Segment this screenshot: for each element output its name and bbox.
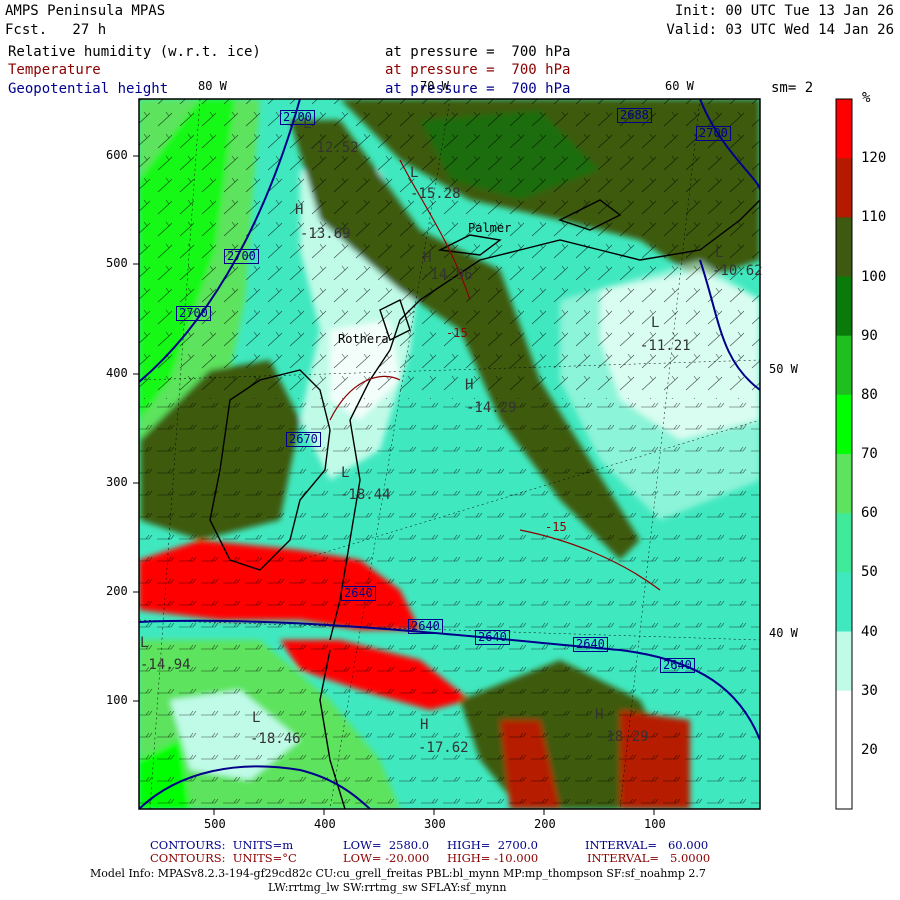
extremum-mark: L [252, 710, 261, 726]
x-tick-label: 100 [644, 817, 666, 831]
grid-label-50w: 50 W [769, 362, 798, 376]
grid-label-60w: 60 W [665, 79, 694, 93]
y-tick-label: 100 [106, 693, 128, 707]
height-label: 2640 [660, 658, 695, 673]
y-tick-label: 300 [106, 475, 128, 489]
footer-temp-contours: CONTOURS: UNITS=°C [150, 851, 297, 865]
extremum-mark: L [651, 315, 660, 331]
colorbar [836, 99, 852, 810]
extremum-mark: L [410, 165, 419, 181]
colorbar-band [836, 749, 852, 810]
colorbar-tick-label: 40 [861, 623, 878, 640]
x-tick-label: 300 [424, 817, 446, 831]
colorbar-tick-label: 70 [861, 446, 878, 462]
y-tick-label: 400 [106, 366, 128, 380]
footer-model-info-2: LW:rrtmg_lw SW:rrtmg_sw SFLAY:sf_mynn [268, 881, 507, 894]
colorbar-band [836, 454, 852, 514]
footer-temp-low: LOW= -20.000 [343, 851, 430, 865]
colorbar-tick-label: 20 [861, 741, 878, 758]
grid-label-80w: 80 W [198, 79, 227, 93]
colorbar-band [836, 394, 852, 455]
extremum-value: -14.96 [422, 267, 473, 283]
extremum-mark: L [341, 465, 350, 481]
height-label: 2700 [176, 306, 211, 321]
x-tick-label: 200 [534, 817, 556, 831]
colorbar-band [836, 513, 852, 573]
extremum-value: -18.44 [340, 487, 391, 503]
temperature-label: -15 [446, 326, 468, 340]
x-tick-label: 400 [314, 817, 336, 831]
footer-model-info: Model Info: MPASv8.2.3-194-gf29cd82c CU:… [90, 867, 706, 880]
height-label: 2640 [573, 637, 608, 652]
colorbar-tick-label: 110 [861, 209, 887, 226]
weather-map [133, 98, 853, 815]
colorbar-tick-label: 60 [861, 505, 878, 522]
extremum-value: -13.69 [300, 226, 351, 242]
colorbar-tick-label: 100 [861, 268, 887, 285]
extremum-mark: L [303, 116, 312, 132]
y-tick-label: 600 [106, 148, 128, 162]
extremum-value: -15.28 [410, 186, 461, 202]
footer-temp-high: HIGH= -10.000 [447, 851, 539, 865]
colorbar-band [836, 276, 852, 337]
temperature-label: -15 [545, 520, 567, 534]
extremum-mark: L [715, 245, 724, 261]
extremum-value: -17.62 [418, 740, 469, 756]
colorbar-band [836, 99, 852, 159]
place-palmer: Palmer [468, 221, 512, 235]
colorbar-band [836, 217, 852, 277]
extremum-mark: H [420, 717, 429, 733]
colorbar-band [836, 690, 852, 751]
height-label: 2700 [696, 126, 731, 141]
rh-field [139, 99, 760, 809]
colorbar-tick-label: 30 [861, 682, 878, 699]
extremum-value: -14.29 [466, 400, 517, 416]
footer-temp-interval: INTERVAL= 5.0000 [587, 851, 711, 865]
colorbar-band [836, 631, 852, 692]
extremum-mark: H [595, 707, 604, 723]
height-label: 2688 [617, 108, 652, 123]
height-label: 2700 [224, 249, 259, 264]
height-label: 2640 [475, 630, 510, 645]
extremum-value: -10.62 [712, 263, 763, 279]
colorbar-tick-label: 120 [861, 150, 887, 167]
colorbar-band [836, 158, 852, 218]
x-tick-label: 500 [204, 817, 226, 831]
colorbar-unit: % [862, 90, 871, 106]
extremum-value: -18.29 [598, 729, 649, 745]
extremum-value: -18.46 [250, 731, 301, 747]
y-tick-label: 500 [106, 256, 128, 270]
extremum-value: -14.94 [140, 657, 191, 673]
height-label: 2640 [341, 586, 376, 601]
extremum-value: -11.21 [640, 338, 691, 354]
height-label: 2640 [408, 619, 443, 634]
extremum-mark: L [140, 635, 149, 651]
extremum-mark: H [423, 250, 432, 266]
extremum-value: -12.52 [308, 140, 359, 156]
colorbar-band [836, 335, 852, 396]
y-tick-label: 200 [106, 584, 128, 598]
extremum-mark: H [465, 377, 474, 393]
grid-label-70w: 70 W [420, 79, 449, 93]
place-rothera: Rothera [338, 332, 389, 346]
colorbar-band [836, 572, 852, 632]
grid-label-40w: 40 W [769, 626, 798, 640]
extremum-mark: H [295, 202, 304, 218]
colorbar-tick-label: 90 [861, 327, 878, 344]
height-label: 2670 [286, 432, 321, 447]
colorbar-tick-label: 80 [861, 386, 878, 403]
colorbar-tick-label: 50 [861, 564, 878, 581]
